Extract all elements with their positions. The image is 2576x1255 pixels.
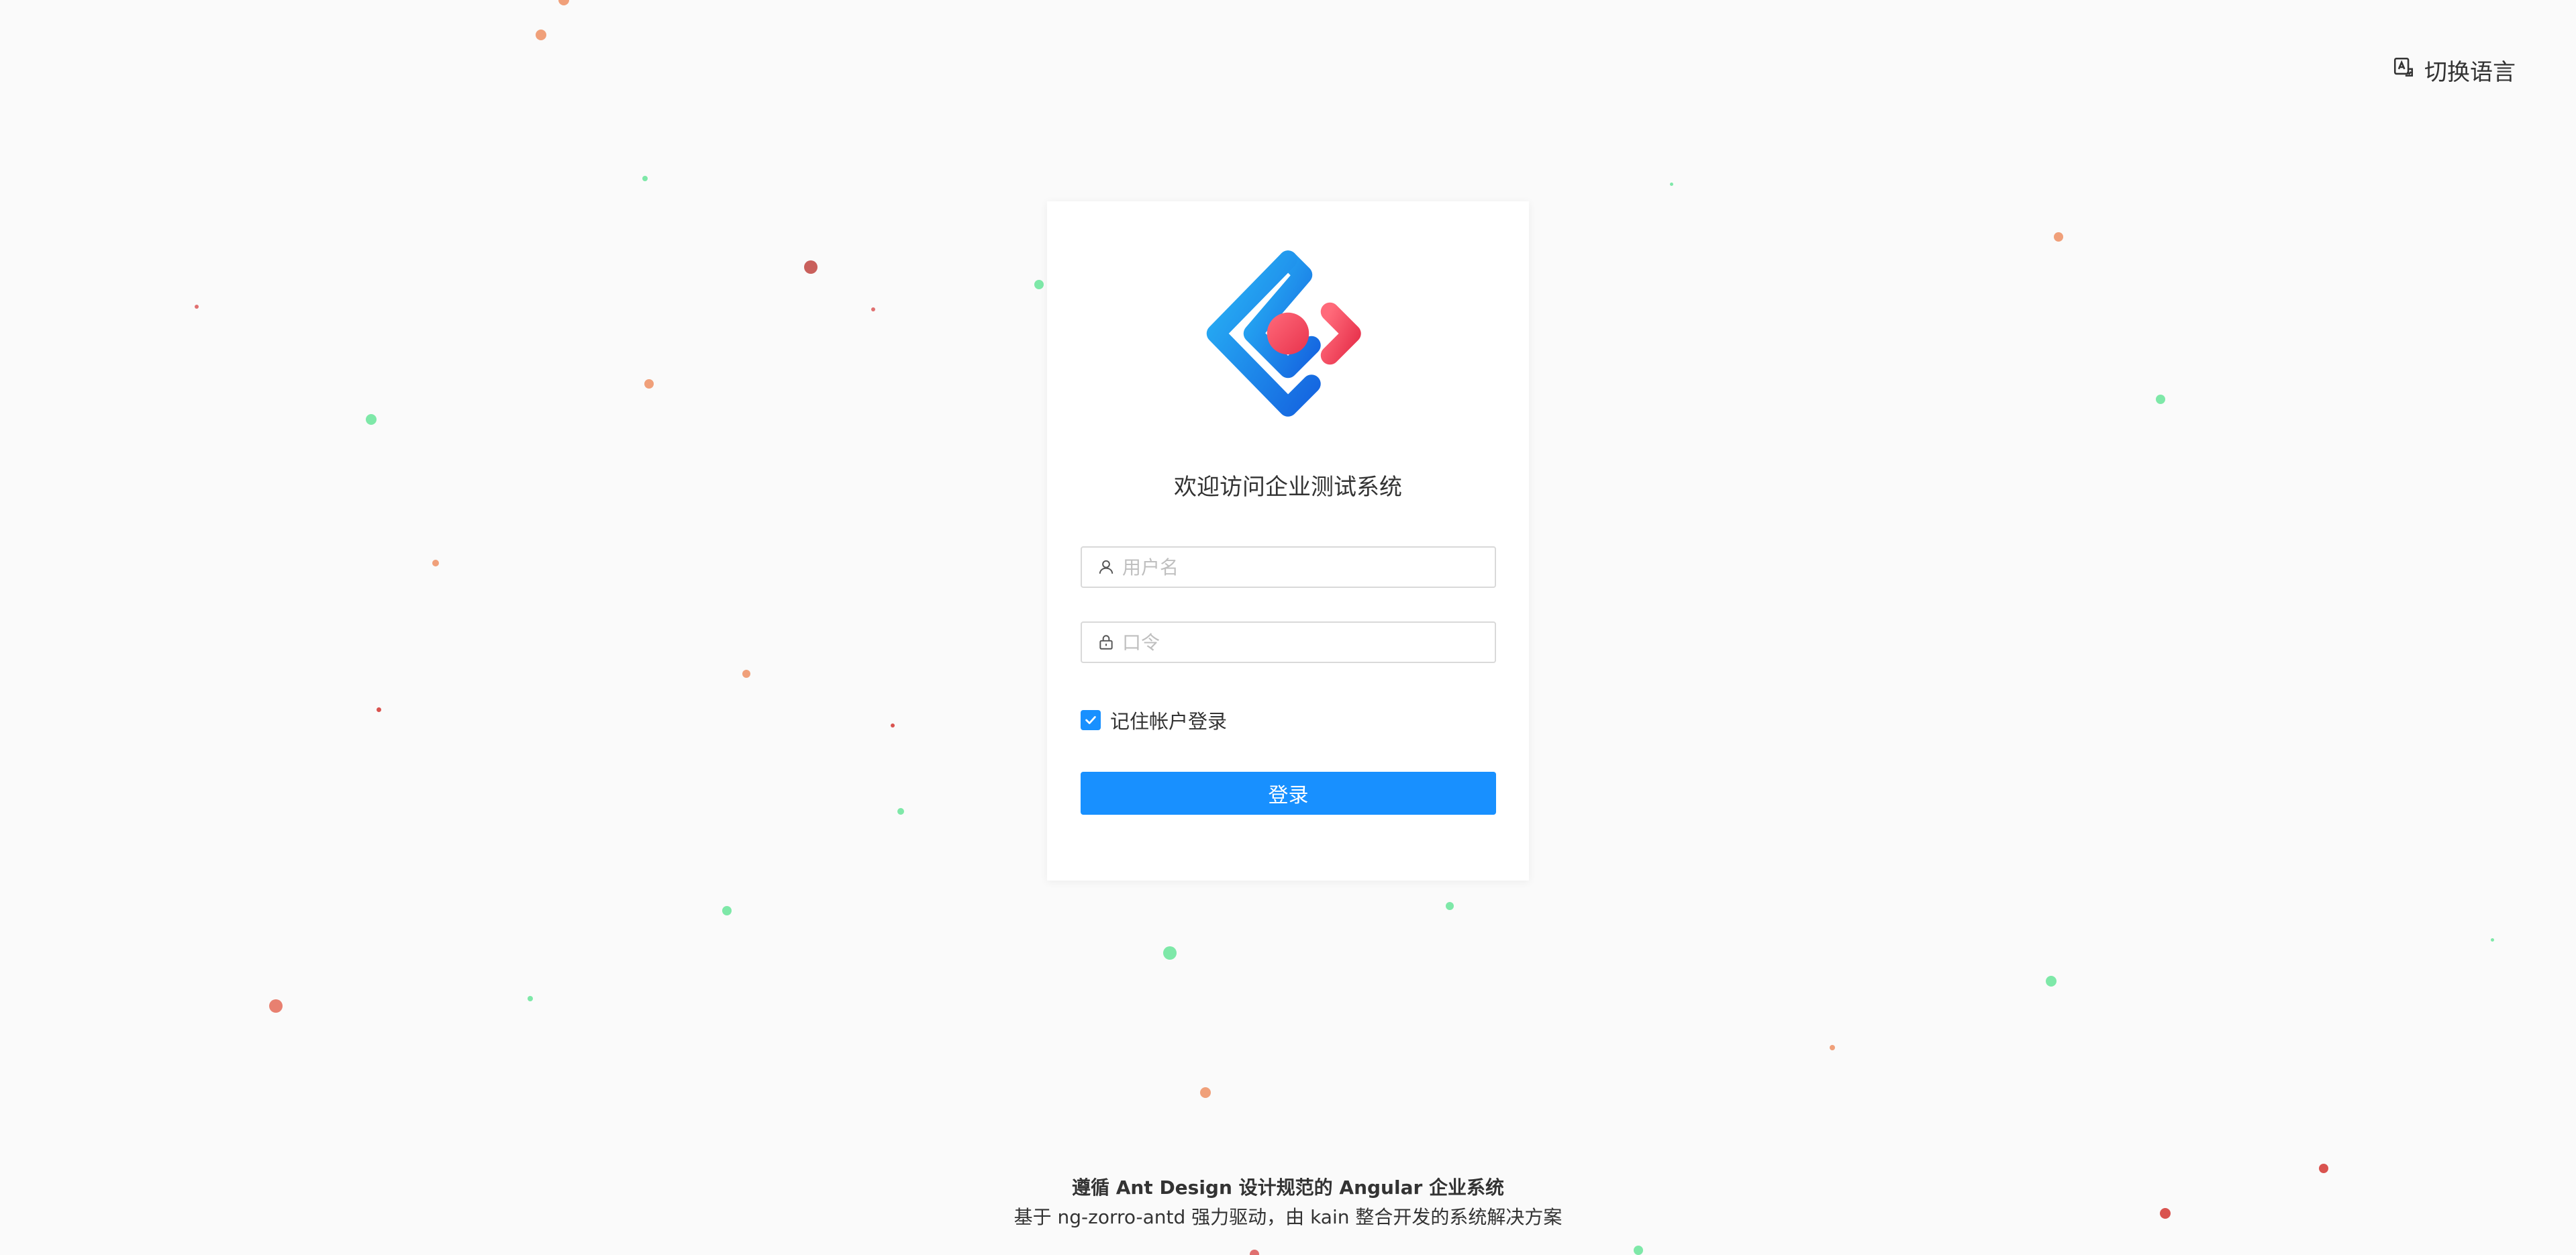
particle [558,0,569,5]
lock-icon [1097,633,1116,652]
language-switch-button[interactable]: 切换语言 [2392,54,2516,87]
particle [377,707,381,712]
checkbox-checked-icon[interactable] [1081,710,1101,730]
particle [1830,1045,1835,1050]
particle [1163,946,1177,960]
footer: 遵循 Ant Design 设计规范的 Angular 企业系统 基于 ng-z… [0,1173,2576,1232]
particle [366,414,377,425]
particle [1200,1087,1211,1098]
particle [642,176,648,181]
particle [2491,938,2494,942]
login-card: 欢迎访问企业测试系统 用户名 记住帐户登录 登录 [1047,201,1529,881]
particle [536,30,546,40]
translate-icon [2392,56,2415,85]
welcome-title: 欢迎访问企业测试系统 [1174,474,1402,501]
password-input[interactable] [1122,623,1495,662]
ant-design-logo [1204,250,1372,417]
particle [2319,1164,2328,1173]
particle [2054,232,2063,242]
particle [891,723,895,727]
particle [897,808,904,815]
particle [269,999,283,1013]
username-input[interactable] [1122,548,1495,587]
particle [2156,395,2165,404]
login-button[interactable]: 登录 [1081,772,1496,815]
user-icon [1097,558,1116,576]
footer-subtitle: 基于 ng-zorro-antd 强力驱动，由 kain 整合开发的系统解决方案 [1013,1206,1563,1228]
particle [1634,1246,1643,1255]
particle [1250,1250,1259,1255]
username-field[interactable] [1081,546,1496,588]
particle [871,307,875,311]
particle [1670,183,1673,186]
particle [742,670,750,678]
particle [2046,976,2057,987]
particle [1446,902,1454,910]
footer-title: 遵循 Ant Design 设计规范的 Angular 企业系统 [1071,1176,1505,1199]
particle [804,260,818,274]
remember-me-checkbox[interactable]: 记住帐户登录 [1081,706,1227,734]
login-page: 切换语言 欢迎访问企业测试系统 用户名 记住帐户登录 登录 遵循 Ant Des… [0,0,2576,1255]
language-switch-label: 切换语言 [2424,59,2516,86]
remember-me-label: 记住帐户登录 [1110,710,1228,733]
password-field[interactable] [1081,621,1496,663]
particle [195,305,199,309]
particle [644,379,654,389]
particle [528,996,533,1001]
particle [432,560,439,566]
particle [722,906,732,915]
particle [1034,280,1044,289]
